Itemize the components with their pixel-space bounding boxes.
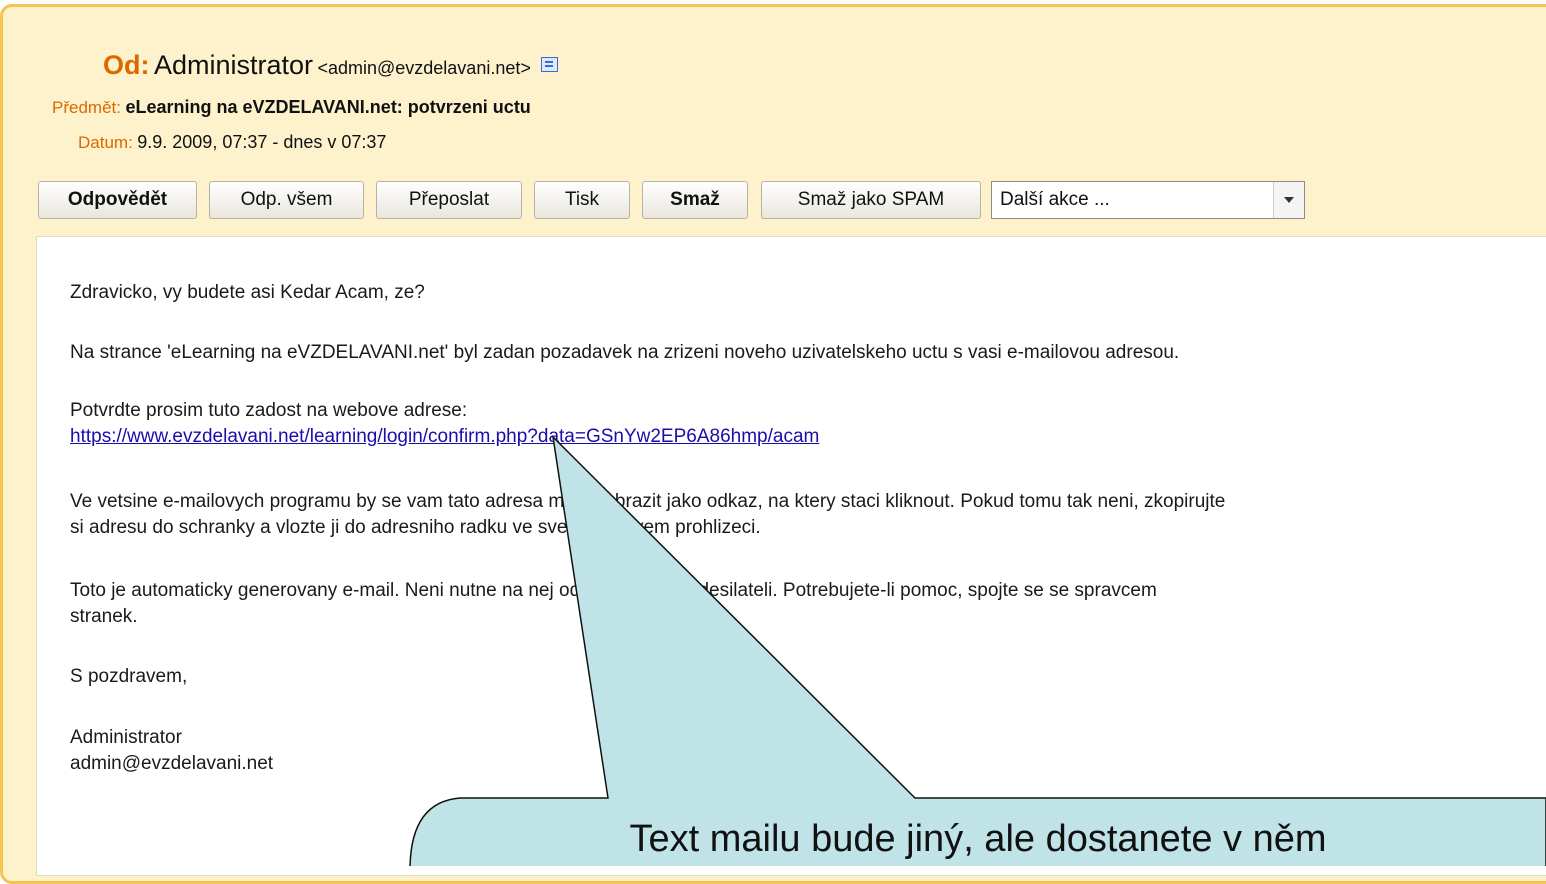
confirm-link[interactable]: https://www.evzdelavani.net/learning/log… (70, 424, 819, 450)
from-row: Od: Administrator <admin@evzdelavani.net… (103, 50, 559, 81)
subject-label: Předmět: (52, 98, 121, 117)
signature-name: Administrator (70, 727, 182, 748)
closing-text: S pozdravem, (70, 666, 188, 687)
subject-value: eLearning na eVZDELAVANI.net: potvrzeni … (125, 97, 531, 117)
body-paragraph: stranek. (70, 606, 138, 627)
more-actions-value: Další akce ... (1000, 189, 1110, 210)
callout-text: Text mailu bude jiný, ale dostanete v ně… (629, 818, 1327, 860)
from-label: Od: (103, 50, 150, 80)
body-paragraph: Toto je automaticky generovany e-mail. N… (70, 580, 1157, 601)
body-paragraph: Na strance 'eLearning na eVZDELAVANI.net… (70, 342, 1180, 363)
delete-button[interactable]: Smaž (642, 181, 748, 219)
vcard-icon[interactable] (541, 57, 559, 72)
reply-button[interactable]: Odpovědět (38, 181, 197, 219)
date-label: Datum: (78, 133, 133, 152)
signature-email: admin@evzdelavani.net (70, 753, 274, 774)
body-paragraph: Ve vetsine e-mailovych programu by se va… (70, 491, 1226, 512)
delete-spam-button[interactable]: Smaž jako SPAM (761, 181, 981, 219)
date-value: 9.9. 2009, 07:37 - dnes v 07:37 (137, 132, 387, 152)
body-paragraph: si adresu do schranky a vlozte ji do adr… (70, 517, 761, 538)
chevron-down-icon[interactable] (1273, 182, 1304, 218)
print-button[interactable]: Tisk (534, 181, 630, 219)
body-paragraph: Potvrdte prosim tuto zadost na webove ad… (70, 400, 468, 421)
subject-row: Předmět: eLearning na eVZDELAVANI.net: p… (52, 97, 531, 118)
date-row: Datum: 9.9. 2009, 07:37 - dnes v 07:37 (78, 132, 386, 153)
sender-email[interactable]: <admin@evzdelavani.net> (317, 58, 530, 78)
greeting-text: Zdravicko, vy budete asi Kedar Acam, ze? (70, 282, 425, 303)
message-body (36, 236, 1546, 876)
more-actions-select[interactable]: Další akce ... (991, 181, 1305, 219)
forward-button[interactable]: Přeposlat (376, 181, 522, 219)
sender-name[interactable]: Administrator (154, 50, 313, 80)
reply-all-button[interactable]: Odp. všem (209, 181, 364, 219)
